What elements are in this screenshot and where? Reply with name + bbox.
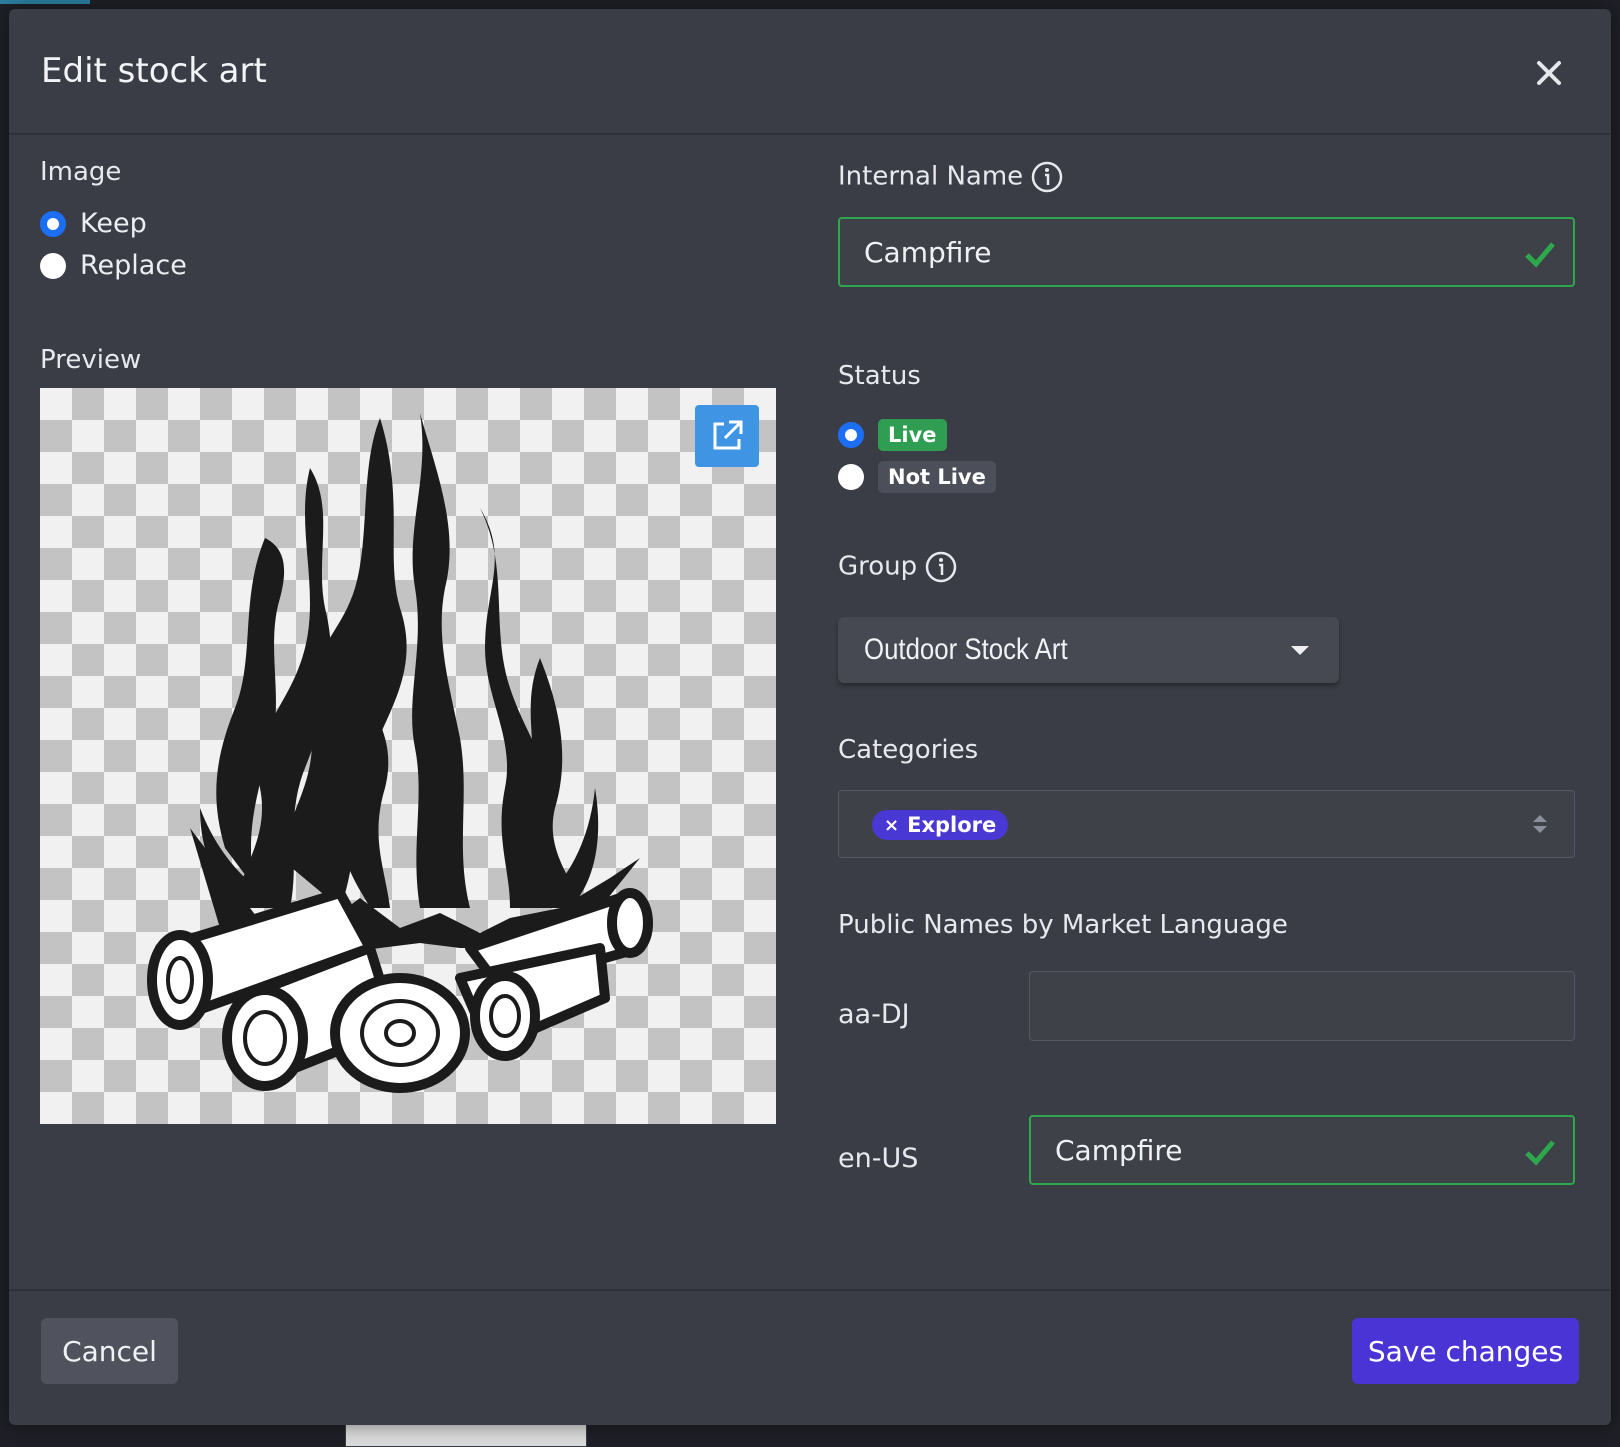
preview-label: Preview bbox=[40, 345, 142, 375]
image-replace-label: Replace bbox=[80, 250, 187, 281]
status-label: Status bbox=[838, 361, 921, 391]
close-icon bbox=[1537, 61, 1561, 85]
modal-header: Edit stock art bbox=[9, 9, 1611, 135]
open-image-button[interactable] bbox=[695, 405, 759, 467]
public-names-label: Public Names by Market Language bbox=[838, 910, 1288, 940]
background-accent-line bbox=[0, 0, 90, 4]
edit-stock-art-modal: Edit stock art Image Keep Replace Previe… bbox=[9, 9, 1611, 1425]
close-button[interactable] bbox=[1529, 53, 1569, 93]
image-preview bbox=[40, 388, 776, 1124]
status-not-live-radio[interactable]: Not Live bbox=[838, 461, 996, 493]
cancel-button[interactable]: Cancel bbox=[41, 1318, 178, 1384]
internal-name-value: Campfire bbox=[864, 235, 992, 269]
modal-title: Edit stock art bbox=[41, 51, 267, 91]
modal-footer: Cancel Save changes bbox=[9, 1289, 1611, 1425]
save-changes-button[interactable]: Save changes bbox=[1352, 1318, 1579, 1384]
public-name-input-en-us[interactable]: Campfire bbox=[1029, 1115, 1575, 1185]
categories-multiselect[interactable]: × Explore bbox=[838, 790, 1575, 858]
image-keep-label: Keep bbox=[80, 208, 147, 239]
radio-checked-icon bbox=[40, 210, 66, 237]
chevron-down-icon bbox=[1291, 646, 1309, 655]
info-icon bbox=[1031, 161, 1063, 193]
radio-checked-icon bbox=[838, 422, 864, 448]
internal-name-input[interactable]: Campfire bbox=[838, 217, 1575, 287]
check-icon bbox=[1525, 242, 1555, 268]
image-replace-radio[interactable]: Replace bbox=[40, 250, 187, 281]
language-code-aa-dj: aa-DJ bbox=[838, 999, 910, 1030]
chip-remove-icon[interactable]: × bbox=[884, 815, 899, 836]
status-not-live-badge: Not Live bbox=[878, 461, 996, 493]
group-select[interactable]: Outdoor Stock Art bbox=[838, 617, 1339, 683]
public-name-input-aa-dj[interactable] bbox=[1029, 971, 1575, 1041]
group-label: Group bbox=[838, 551, 957, 583]
group-label-text: Group bbox=[838, 551, 918, 582]
sort-arrows-icon bbox=[1533, 815, 1547, 833]
info-icon bbox=[925, 551, 957, 583]
image-keep-radio[interactable]: Keep bbox=[40, 208, 147, 239]
radio-unchecked-icon bbox=[838, 464, 864, 490]
categories-label: Categories bbox=[838, 735, 979, 765]
image-label: Image bbox=[40, 157, 122, 187]
radio-unchecked-icon bbox=[40, 252, 66, 279]
campfire-image bbox=[147, 413, 653, 1093]
internal-name-label-text: Internal Name bbox=[838, 161, 1024, 192]
category-chip-label: Explore bbox=[907, 813, 997, 837]
language-code-en-us: en-US bbox=[838, 1143, 919, 1174]
internal-name-label: Internal Name bbox=[838, 161, 1063, 193]
group-selected-value: Outdoor Stock Art bbox=[864, 633, 1068, 666]
external-link-icon bbox=[713, 420, 743, 450]
check-icon bbox=[1525, 1140, 1555, 1166]
category-chip: × Explore bbox=[872, 810, 1009, 840]
status-live-radio[interactable]: Live bbox=[838, 419, 947, 451]
public-name-value-en-us: Campfire bbox=[1055, 1133, 1183, 1167]
status-live-badge: Live bbox=[878, 419, 947, 451]
